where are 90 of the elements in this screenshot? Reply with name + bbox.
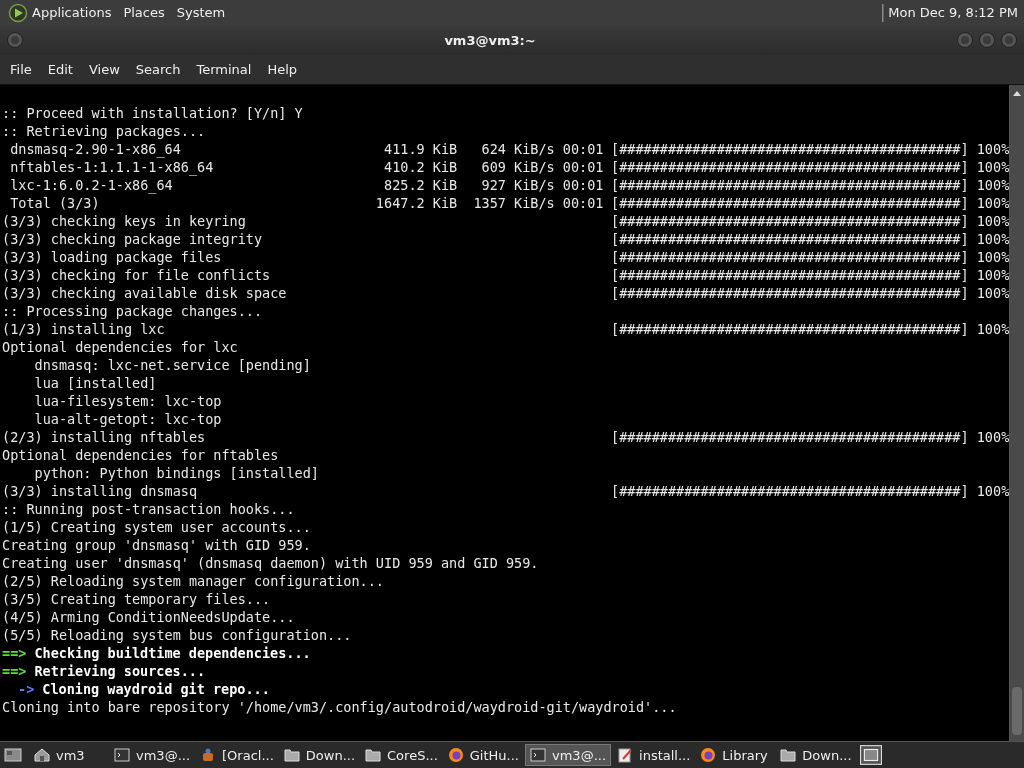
terminal-line: python: Python bindings [installed] (33, 464, 319, 482)
progress-text: [##########################################] 100% (611, 482, 1010, 500)
terminal-line: (4/5) Arming ConditionNeedsUpdate... (2, 608, 295, 626)
progress-text: [##########################################] 100% (611, 248, 1010, 266)
progress-text: [##########################################] 100% (611, 176, 1010, 194)
terminal-line: Creating group 'dnsmasq' with GID 959. (2, 536, 311, 554)
terminal-line: Cloning into bare repository '/home/vm3/.config/autodroid/waydroid-git/waydroid'... (2, 698, 677, 716)
home-folder-icon (34, 747, 50, 763)
terminal-line: (3/3) checking available disk space (2, 284, 287, 302)
progress-text: [##########################################] 100% (611, 266, 1010, 284)
terminal-icon (114, 747, 130, 763)
taskbar-button[interactable]: vm3 (30, 744, 108, 766)
progress-text: [##########################################] 100% (611, 428, 1010, 446)
terminal-line: (3/3) checking package integrity (2, 230, 263, 248)
progress-text: [##########################################] 100% (611, 158, 1010, 176)
taskbar-button[interactable]: [Oracl... (196, 744, 278, 766)
terminal-line: lua-filesystem: lxc-top (33, 392, 222, 410)
progress-text: [##########################################] 100% (611, 212, 1010, 230)
terminal-line: (3/3) checking keys in keyring (2, 212, 246, 230)
terminal-line: :: Retrieving packages... (2, 122, 206, 140)
show-desktop-icon[interactable] (4, 747, 22, 763)
terminal-line: lua [installed] (33, 374, 157, 392)
progress-text: [##########################################] 100% (611, 194, 1010, 212)
taskbar-button[interactable]: Down... (776, 744, 856, 766)
window-menu-button[interactable] (6, 31, 24, 49)
prompt-arrow: ==> (2, 644, 27, 662)
progress-text: [##########################################] 100% (611, 230, 1010, 248)
terminal-line: Cloning waydroid git repo... (42, 680, 270, 698)
clock[interactable]: Mon Dec 9, 8:12 PM (888, 5, 1018, 20)
terminal-line: :: Running post-transaction hooks... (2, 500, 295, 518)
taskbar-button[interactable]: Library (696, 744, 775, 766)
scrollbar-thumb[interactable] (1012, 687, 1023, 735)
panel-menu[interactable]: Places (123, 5, 165, 20)
taskbar-button[interactable]: vm3@... (110, 744, 195, 766)
terminal-line: (3/5) Creating temporary files... (2, 590, 271, 608)
menu-item[interactable]: Search (129, 62, 187, 77)
progress-text: [##########################################] 100% (611, 320, 1010, 338)
folder-icon (283, 747, 300, 763)
terminal-line: (3/3) loading package files (2, 248, 222, 266)
terminal-line: lua-alt-getopt: lxc-top (33, 410, 222, 428)
terminal-line: lxc-1:6.0.2-1-x86_64 825.2 KiB 927 KiB/s 00:01 (9, 176, 604, 194)
prompt-arrow: -> (18, 680, 35, 698)
terminal-line: (3/3) checking for file conflicts (2, 266, 271, 284)
menu-item[interactable]: Edit (41, 62, 79, 77)
terminal-line: Checking buildtime dependencies... (34, 644, 311, 662)
menu-item[interactable]: Terminal (190, 62, 258, 77)
browser-icon (447, 747, 464, 763)
terminal-line: :: Proceed with installation? [Y/n] Y (2, 104, 303, 122)
scrollbar[interactable] (1009, 85, 1024, 741)
menu-item[interactable]: View (82, 62, 126, 77)
panel-menu[interactable]: Applications (32, 5, 112, 20)
taskbar-button[interactable]: GitHu... (443, 744, 523, 766)
browser-icon (700, 747, 717, 763)
terminal-icon (530, 747, 546, 763)
maximize-button[interactable] (978, 31, 996, 49)
terminal-line: (2/5) Reloading system manager configuration... (2, 572, 384, 590)
terminal-line: (1/3) installing lxc (2, 320, 165, 338)
taskbar-button[interactable]: vm3@... (525, 744, 612, 766)
taskbar-button[interactable]: CoreS... (361, 744, 442, 766)
panel-menu[interactable]: System (176, 5, 226, 20)
close-button[interactable] (1000, 31, 1018, 49)
terminal-line: (2/3) installing nftables (2, 428, 206, 446)
terminal-icon[interactable] (859, 745, 882, 765)
folder-icon (780, 747, 797, 763)
terminal-line: dnsmasq-2.90-1-x86_64 411.9 KiB 624 KiB/s 00:01 (9, 140, 604, 158)
terminal-line: Optional dependencies for nftables (2, 446, 279, 464)
window-title: vm3@vm3:~ (443, 32, 537, 48)
menu-item[interactable]: Help (261, 62, 304, 77)
prompt-arrow: ==> (2, 662, 27, 680)
terminal-line: nftables-1:1.1.1-1-x86_64 410.2 KiB 609 KiB/s 00:01 (9, 158, 604, 176)
terminal-line: Retrieving sources... (34, 662, 206, 680)
progress-text: [##########################################] 100% (611, 140, 1010, 158)
taskbar-button[interactable]: install... (613, 744, 695, 766)
folder-icon (365, 747, 382, 763)
logo-icon[interactable] (8, 2, 28, 23)
terminal-line: (5/5) Reloading system bus configuration... (2, 626, 352, 644)
terminal-line: (1/5) Creating system user accounts... (2, 518, 311, 536)
handle-icon (881, 3, 885, 22)
scroll-up-icon[interactable] (1012, 89, 1023, 97)
terminal-line: Optional dependencies for lxc (2, 338, 238, 356)
progress-text: [##########################################] 100% (611, 284, 1010, 302)
taskbar-button[interactable]: Down... (279, 744, 360, 766)
minimize-button[interactable] (956, 31, 974, 49)
terminal-line: Total (3/3) 1647.2 KiB 1357 KiB/s 00:01 (9, 194, 604, 212)
terminal-line: Creating user 'dnsmasq' (dnsmasq daemon) with UID 959 and GID 959. (2, 554, 539, 572)
menu-item[interactable]: File (4, 62, 38, 77)
terminal-line: dnsmasq: lxc-net.service [pending] (33, 356, 311, 374)
terminal-line: (3/3) installing dnsmasq (2, 482, 198, 500)
text-editor-icon (617, 747, 634, 763)
terminal-line: :: Processing package changes... (2, 302, 263, 320)
